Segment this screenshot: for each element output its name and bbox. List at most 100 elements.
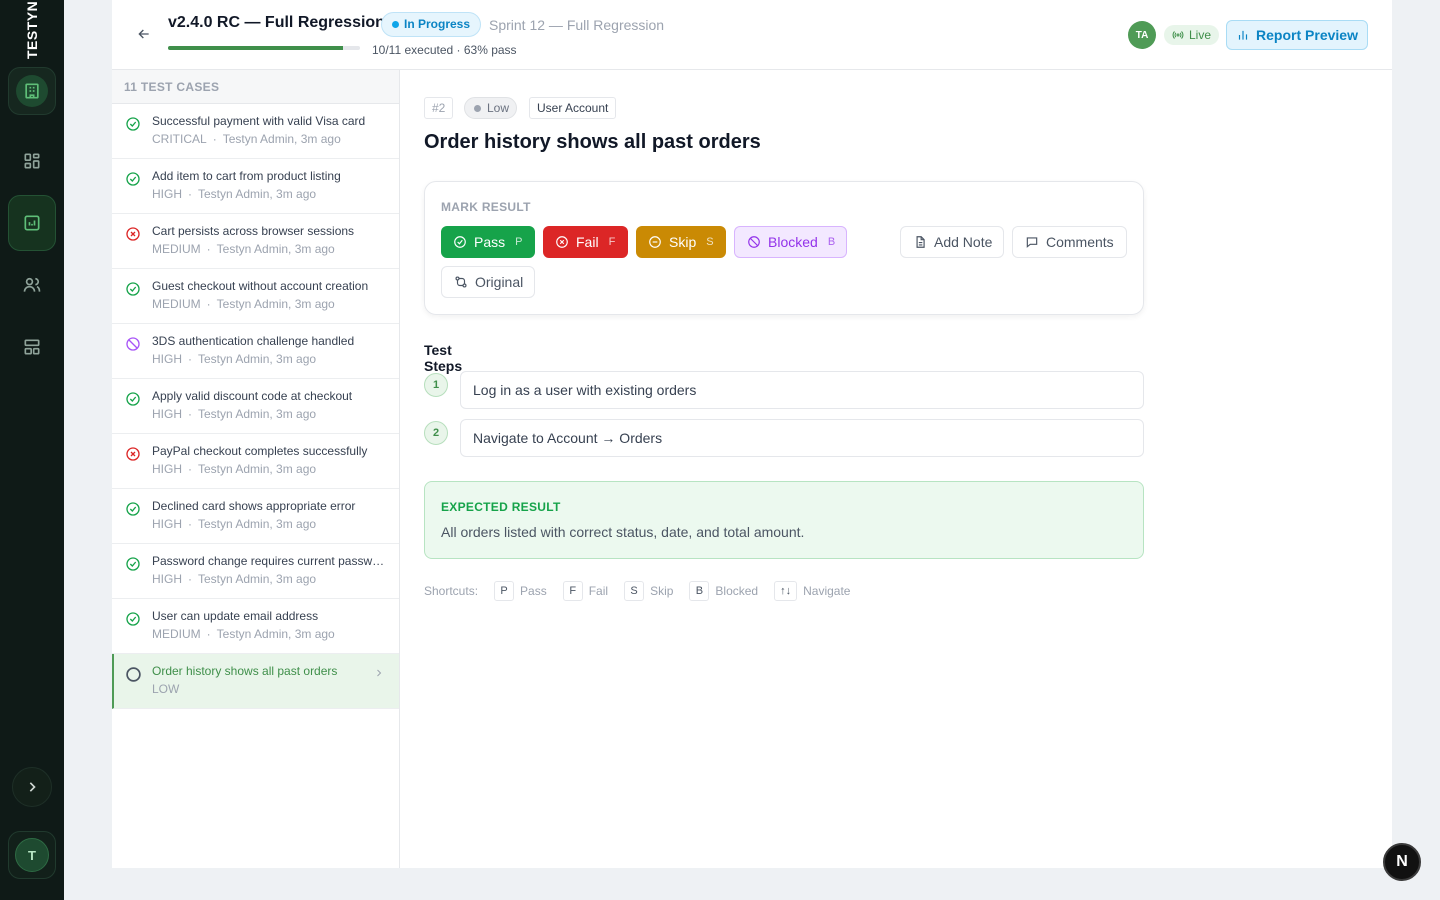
test-case-row[interactable]: 3DS authentication challenge handled HIGH… <box>112 324 399 379</box>
user-menu[interactable]: T <box>8 831 56 879</box>
author-label: Testyn Admin, 3m ago <box>198 352 317 366</box>
x-circle-icon <box>125 446 141 462</box>
pass-button[interactable]: Pass P <box>441 226 535 258</box>
test-case-name: Successful payment with valid Visa card <box>152 114 366 128</box>
test-case-meta: CRITICAL · Testyn Admin, 3m ago <box>152 132 341 146</box>
bar-chart-icon <box>1238 30 1248 40</box>
test-case-row[interactable]: User can update email address MEDIUM · Test… <box>112 599 399 654</box>
nav-test-runs[interactable] <box>8 195 56 251</box>
shortcut-item: F Fail <box>562 581 608 601</box>
test-case-name: 3DS authentication challenge handled <box>152 334 355 348</box>
blocked-shortcut: B <box>827 236 836 248</box>
area-tag: User Account <box>529 97 617 119</box>
test-case-name: PayPal checkout completes successfully <box>152 444 368 458</box>
fail-label: Fail <box>576 234 599 250</box>
test-case-meta: HIGH · Testyn Admin, 3m ago <box>152 187 316 201</box>
priority-label: HIGH <box>152 517 182 531</box>
fail-button[interactable]: Fail F <box>543 226 628 258</box>
author-label: Testyn Admin, 3m ago <box>198 407 317 421</box>
page-title: v2.4.0 RC — Full Regression <box>168 14 385 31</box>
test-case-meta: HIGH · Testyn Admin, 3m ago <box>152 462 316 476</box>
test-case-meta: MEDIUM · Testyn Admin, 3m ago <box>152 297 335 311</box>
check-circle-icon <box>125 116 141 132</box>
expected-result-box: EXPECTED RESULT All orders listed with c… <box>424 481 1144 559</box>
ban-icon <box>748 236 760 248</box>
live-indicator: Live <box>1164 25 1220 45</box>
report-preview-button[interactable]: Report Preview <box>1226 20 1368 50</box>
test-case-row[interactable]: Password change requires current passwor… <box>112 544 399 599</box>
status-badge: In Progress <box>381 12 482 37</box>
test-case-row[interactable]: Order history shows all past orders LOW <box>112 654 399 709</box>
org-switcher[interactable] <box>8 67 56 115</box>
comment-icon <box>1026 237 1038 248</box>
blocked-button[interactable]: Blocked B <box>734 226 847 258</box>
author-label: Testyn Admin, 3m ago <box>216 627 335 641</box>
test-case-name: Order history shows all past orders <box>152 664 338 678</box>
main-panel: v2.4.0 RC — Full Regression In Progress … <box>112 0 1392 868</box>
test-case-row[interactable]: Declined card shows appropriate error HIG… <box>112 489 399 544</box>
run-header: v2.4.0 RC — Full Regression In Progress … <box>112 0 1392 70</box>
priority-label: MEDIUM <box>152 242 201 256</box>
check-circle-icon <box>125 611 141 627</box>
fail-shortcut: F <box>608 236 616 248</box>
live-label: Live <box>1189 28 1212 42</box>
chevron-right-icon <box>373 667 385 682</box>
step-number: 2 <box>424 421 448 445</box>
check-circle-icon <box>125 281 141 297</box>
back-button[interactable] <box>132 22 156 46</box>
test-case-count: 11 TEST CASES <box>112 70 399 104</box>
skip-button[interactable]: Skip S <box>636 226 726 258</box>
minus-circle-icon <box>649 236 661 248</box>
next-dev-tools-button[interactable]: N <box>1383 843 1421 881</box>
nav-users[interactable] <box>8 261 56 309</box>
shortcuts-bar: Shortcuts: P Pass F Fail S Skip B Blocked ↑↓… <box>424 581 850 601</box>
x-circle-icon <box>125 226 141 242</box>
blocked-label: Blocked <box>768 234 818 250</box>
expand-sidebar-button[interactable] <box>12 767 52 807</box>
meta-separator: · <box>206 242 211 256</box>
original-button[interactable]: Original <box>441 266 535 298</box>
shortcut-item: S Skip <box>624 581 673 601</box>
test-case-row[interactable]: PayPal checkout completes successfully HI… <box>112 434 399 489</box>
priority-label: HIGH <box>152 462 182 476</box>
test-case-meta: MEDIUM · Testyn Admin, 3m ago <box>152 627 335 641</box>
brand-logo: TESTYN <box>24 0 40 60</box>
shortcut-label: Pass <box>520 584 547 598</box>
test-case-name: User can update email address <box>152 609 319 623</box>
priority-label: MEDIUM <box>152 297 201 311</box>
test-case-row[interactable]: Add item to cart from product listing HIG… <box>112 159 399 214</box>
priority-label: HIGH <box>152 352 182 366</box>
nav-dashboard[interactable] <box>8 137 56 185</box>
test-case-row[interactable]: Successful payment with valid Visa card C… <box>112 104 399 159</box>
test-case-row[interactable]: Guest checkout without account creation M… <box>112 269 399 324</box>
shortcut-item: P Pass <box>494 581 547 601</box>
priority-tag: Low <box>464 97 518 119</box>
comments-button[interactable]: Comments <box>1012 226 1127 258</box>
priority-label: HIGH <box>152 407 182 421</box>
layout-icon <box>24 339 40 355</box>
test-case-name: Declined card shows appropriate error <box>152 499 356 513</box>
priority-label: HIGH <box>152 187 182 201</box>
pass-label: Pass <box>474 234 506 250</box>
test-case-row[interactable]: Apply valid discount code at checkout HIG… <box>112 379 399 434</box>
test-case-name: Apply valid discount code at checkout <box>152 389 353 403</box>
meta-separator: · <box>206 627 211 641</box>
test-case-row[interactable]: Cart persists across browser sessions MED… <box>112 214 399 269</box>
add-note-button[interactable]: Add Note <box>900 226 1004 258</box>
avatar[interactable]: TA <box>1128 21 1156 49</box>
author-label: Testyn Admin, 3m ago <box>216 297 335 311</box>
add-note-label: Add Note <box>934 234 993 250</box>
shortcut-key: P <box>494 581 515 601</box>
test-case-meta: HIGH · Testyn Admin, 3m ago <box>152 517 316 531</box>
nav-layouts[interactable] <box>8 323 56 371</box>
progress-fill <box>168 46 343 50</box>
case-id-tag: #2 <box>424 97 454 119</box>
ban-icon <box>125 336 141 352</box>
test-case-name: Guest checkout without account creation <box>152 279 369 293</box>
test-case-name: Add item to cart from product listing <box>152 169 341 183</box>
shortcut-item: B Blocked <box>689 581 758 601</box>
meta-separator: · <box>188 462 192 476</box>
step-number: 1 <box>424 373 448 397</box>
author-label: Testyn Admin, 3m ago <box>216 242 335 256</box>
priority-label: MEDIUM <box>152 627 201 641</box>
